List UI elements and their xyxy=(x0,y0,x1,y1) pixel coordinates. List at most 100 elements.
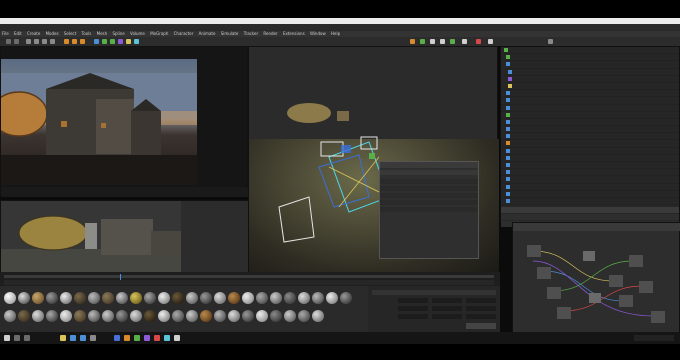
material-swatch[interactable] xyxy=(200,292,212,304)
redo-icon[interactable] xyxy=(14,39,19,44)
dialog-field[interactable] xyxy=(380,200,478,205)
material-swatch[interactable] xyxy=(32,310,44,322)
object-row[interactable] xyxy=(501,105,679,112)
generator-icon[interactable] xyxy=(110,39,115,44)
material-swatch[interactable] xyxy=(46,310,58,322)
perspective-viewport[interactable] xyxy=(0,200,249,273)
app-icon[interactable] xyxy=(134,335,140,341)
timeline[interactable] xyxy=(0,272,500,286)
size-field[interactable] xyxy=(432,306,462,311)
app-icon[interactable] xyxy=(124,335,130,341)
camera-icon[interactable] xyxy=(134,39,139,44)
rotation-field[interactable] xyxy=(466,306,496,311)
light-icon[interactable] xyxy=(126,39,131,44)
attribute-tabs[interactable] xyxy=(501,207,679,214)
material-swatch[interactable] xyxy=(158,292,170,304)
material-swatch[interactable] xyxy=(116,310,128,322)
dialog-title[interactable] xyxy=(380,162,478,168)
position-field[interactable] xyxy=(398,314,428,319)
move-icon[interactable] xyxy=(34,39,39,44)
settings-dialog[interactable] xyxy=(379,161,479,259)
object-row[interactable] xyxy=(501,90,679,98)
windows-start-icon[interactable] xyxy=(4,335,10,341)
size-field[interactable] xyxy=(432,314,462,319)
object-row[interactable] xyxy=(501,140,679,148)
material-swatch[interactable] xyxy=(18,310,30,322)
object-row[interactable] xyxy=(501,176,679,184)
material-swatch[interactable] xyxy=(284,292,296,304)
dialog-field[interactable] xyxy=(380,193,478,198)
dialog-tabs[interactable] xyxy=(380,170,478,175)
material-swatch[interactable] xyxy=(228,292,240,304)
material-swatch[interactable] xyxy=(242,292,254,304)
render-settings-icon[interactable] xyxy=(80,39,85,44)
material-swatch[interactable] xyxy=(312,310,324,322)
material-swatch[interactable] xyxy=(116,292,128,304)
workplane-icon[interactable] xyxy=(450,39,455,44)
axis-icon[interactable] xyxy=(440,39,445,44)
store-icon[interactable] xyxy=(90,335,96,341)
material-swatch[interactable] xyxy=(200,310,212,322)
object-row[interactable] xyxy=(501,198,679,206)
snap-icon[interactable] xyxy=(430,39,435,44)
object-row[interactable] xyxy=(501,119,679,127)
render-icon[interactable] xyxy=(72,39,77,44)
material-swatch[interactable] xyxy=(46,292,58,304)
dialog-field[interactable] xyxy=(380,179,478,184)
folder-icon[interactable] xyxy=(60,335,66,341)
object-row[interactable] xyxy=(501,54,679,62)
material-swatch[interactable] xyxy=(242,310,254,322)
search-icon[interactable] xyxy=(14,335,20,341)
material-swatch[interactable] xyxy=(60,310,72,322)
material-swatch[interactable] xyxy=(256,292,268,304)
material-swatch[interactable] xyxy=(186,292,198,304)
dialog-field[interactable] xyxy=(380,207,478,212)
select-icon[interactable] xyxy=(26,39,31,44)
material-swatch[interactable] xyxy=(102,292,114,304)
material-swatch[interactable] xyxy=(74,292,86,304)
material-swatch[interactable] xyxy=(18,292,30,304)
render-viewport[interactable] xyxy=(0,46,249,197)
material-swatch[interactable] xyxy=(214,292,226,304)
app-icon[interactable] xyxy=(144,335,150,341)
object-row[interactable] xyxy=(501,162,679,170)
deformer-icon[interactable] xyxy=(118,39,123,44)
material-swatch[interactable] xyxy=(340,292,352,304)
material-swatch[interactable] xyxy=(172,292,184,304)
node-editor[interactable] xyxy=(512,222,680,334)
material-swatch[interactable] xyxy=(4,292,16,304)
material-swatch[interactable] xyxy=(130,292,142,304)
settings-icon[interactable] xyxy=(488,39,493,44)
object-row[interactable] xyxy=(501,155,679,162)
position-field[interactable] xyxy=(398,306,428,311)
layout-selector-icon[interactable] xyxy=(548,39,553,44)
object-row[interactable] xyxy=(501,184,679,191)
material-swatch[interactable] xyxy=(326,292,338,304)
object-row[interactable] xyxy=(501,69,679,76)
mode-icon[interactable] xyxy=(420,39,425,44)
object-row[interactable] xyxy=(501,148,679,155)
object-row[interactable] xyxy=(501,61,679,69)
material-swatch[interactable] xyxy=(298,310,310,322)
material-swatch[interactable] xyxy=(144,310,156,322)
rotate-icon[interactable] xyxy=(50,39,55,44)
rotation-field[interactable] xyxy=(466,298,496,303)
app-icon[interactable] xyxy=(154,335,160,341)
material-swatch[interactable] xyxy=(298,292,310,304)
object-row[interactable] xyxy=(501,191,679,198)
material-swatch[interactable] xyxy=(144,292,156,304)
material-swatch[interactable] xyxy=(256,310,268,322)
task-view-icon[interactable] xyxy=(24,335,30,341)
scale-icon[interactable] xyxy=(42,39,47,44)
material-swatch[interactable] xyxy=(312,292,324,304)
layout-icon[interactable] xyxy=(410,39,415,44)
apply-button[interactable] xyxy=(466,323,496,329)
object-row[interactable] xyxy=(501,133,679,141)
render-view-icon[interactable] xyxy=(64,39,69,44)
material-swatch[interactable] xyxy=(88,292,100,304)
record-icon[interactable] xyxy=(476,39,481,44)
material-swatch[interactable] xyxy=(4,310,16,322)
cube-icon[interactable] xyxy=(94,39,99,44)
material-swatch[interactable] xyxy=(172,310,184,322)
material-swatch[interactable] xyxy=(130,310,142,322)
